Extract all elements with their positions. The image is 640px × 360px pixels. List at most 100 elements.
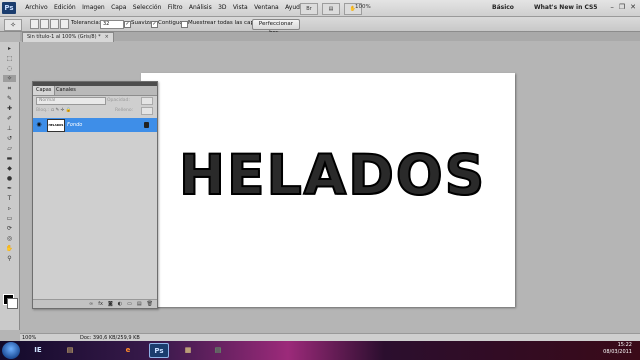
3d-rotate-icon[interactable]: ⟳ — [3, 225, 16, 232]
document-tab-title: Sin título-1 al 100% (Gris/8) * — [27, 34, 101, 40]
lock-icons[interactable]: ▫ ✎ ✛ 🔒 — [51, 106, 72, 115]
eraser-tool-icon[interactable]: ▱ — [3, 145, 16, 152]
layer-row[interactable]: ◉ HELADOS Fondo — [33, 118, 157, 132]
bridge-icon[interactable]: Br — [300, 3, 318, 15]
3d-orbit-icon[interactable]: ◎ — [3, 235, 16, 242]
sample-all-checkbox[interactable] — [181, 21, 188, 28]
close-tab-icon[interactable]: × — [105, 34, 109, 40]
tolerance-label: Tolerancia: — [71, 20, 101, 26]
photoshop-logo[interactable]: Ps — [2, 2, 16, 14]
healing-tool-icon[interactable]: ✚ — [3, 105, 16, 112]
type-tool-icon[interactable]: T — [3, 195, 16, 202]
lock-label: Bloq.: — [36, 108, 49, 113]
path-selection-icon[interactable]: ▹ — [3, 205, 16, 212]
blur-tool-icon[interactable]: ◆ — [3, 165, 16, 172]
taskbar-clock[interactable]: 15:22 08/03/2011 — [603, 342, 632, 356]
menu-vista[interactable]: Vista — [230, 0, 251, 16]
contiguous-checkbox[interactable]: ✓ — [151, 21, 158, 28]
refine-edge-button[interactable]: Perfeccionar bor... — [252, 19, 300, 36]
lock-icon — [144, 122, 149, 128]
move-tool-icon[interactable]: ▸ — [3, 45, 16, 52]
layer-style-icon[interactable]: fx — [98, 300, 103, 308]
subtract-selection-button[interactable] — [50, 19, 59, 29]
new-group-icon[interactable]: ▭ — [127, 300, 132, 308]
fill-field[interactable] — [141, 107, 153, 115]
layer-mask-icon[interactable]: ◙ — [108, 300, 113, 308]
stamp-tool-icon[interactable]: ⊥ — [3, 125, 16, 132]
menu-seleccion[interactable]: Selección — [130, 0, 165, 16]
document-tab-bar: Sin título-1 al 100% (Gris/8) * × — [20, 32, 640, 42]
hand-tool-icon[interactable]: ✋ — [3, 245, 16, 252]
window-controls: – ❐ ✕ — [610, 3, 636, 11]
delete-layer-icon[interactable]: 🗑 — [147, 300, 153, 308]
toolbox: ▸ ⬚ ◌ ✧ ⌗ ✎ ✚ ✐ ⊥ ↺ ▱ ▬ ◆ ● ✒ T ▹ ▭ ⟳ ◎ … — [0, 42, 20, 330]
intersect-selection-button[interactable] — [60, 19, 69, 29]
pen-tool-icon[interactable]: ✒ — [3, 185, 16, 192]
brush-tool-icon[interactable]: ✐ — [3, 115, 16, 122]
clock-date: 08/03/2011 — [603, 349, 632, 355]
workspace-whats-new[interactable]: What's New in CS5 — [534, 4, 597, 11]
taskbar-app-ie[interactable]: IE — [28, 343, 48, 358]
taskbar-app-game[interactable]: ▤ — [208, 343, 228, 358]
contiguous-label: Contiguo — [158, 20, 183, 26]
layer-name: Fondo — [67, 122, 83, 128]
close-button[interactable]: ✕ — [630, 3, 636, 11]
minimize-button[interactable]: – — [610, 3, 614, 11]
menu-imagen[interactable]: Imagen — [79, 0, 108, 16]
dodge-tool-icon[interactable]: ● — [3, 175, 16, 182]
zoom-tool-icon[interactable]: ⚲ — [3, 255, 16, 262]
lasso-tool-icon[interactable]: ◌ — [3, 65, 16, 72]
new-layer-icon[interactable]: ▤ — [137, 300, 142, 308]
selection-modes — [30, 19, 69, 29]
marquee-tool-icon[interactable]: ⬚ — [3, 55, 16, 62]
restore-button[interactable]: ❐ — [619, 3, 625, 11]
opacity-field[interactable] — [141, 97, 153, 105]
eye-icon[interactable]: ◉ — [35, 121, 43, 129]
menu-edicion[interactable]: Edición — [51, 0, 79, 16]
background-color-swatch[interactable] — [7, 298, 18, 309]
gradient-tool-icon[interactable]: ▬ — [3, 155, 16, 162]
new-selection-button[interactable] — [30, 19, 39, 29]
layer-thumbnail: HELADOS — [47, 119, 65, 132]
magic-wand-icon[interactable]: ✧ — [4, 19, 22, 31]
eyedropper-tool-icon[interactable]: ✎ — [3, 95, 16, 102]
options-bar: ✧ Tolerancia: 32 ✓ Suavizar ✓ Contiguo M… — [0, 17, 640, 36]
menu-bar: Ps Archivo Edición Imagen Capa Selección… — [0, 0, 640, 17]
blend-mode-select[interactable]: Normal — [36, 97, 106, 105]
panel-tabs: Capas Canales — [33, 86, 157, 96]
menu-ventana[interactable]: Ventana — [251, 0, 282, 16]
zoom-level[interactable]: 100% — [355, 4, 371, 10]
add-selection-button[interactable] — [40, 19, 49, 29]
magic-wand-tool-icon[interactable]: ✧ — [3, 75, 16, 82]
blend-row: Normal Opacidad: — [33, 96, 157, 105]
menu-analisis[interactable]: Análisis — [186, 0, 215, 16]
smooth-checkbox[interactable]: ✓ — [124, 21, 131, 28]
panel-footer: ∞ fx ◙ ◐ ▭ ▤ 🗑 — [33, 299, 157, 308]
canvas-text: HELADOS — [178, 142, 487, 208]
adjustment-layer-icon[interactable]: ◐ — [118, 300, 122, 308]
taskbar-app-firefox[interactable]: e — [118, 343, 138, 358]
taskbar-app-photoshop[interactable]: Ps — [149, 343, 169, 358]
document-tab[interactable]: Sin título-1 al 100% (Gris/8) * × — [22, 32, 114, 42]
menu-3d[interactable]: 3D — [215, 0, 230, 16]
menu-capa[interactable]: Capa — [108, 0, 130, 16]
lock-row: Bloq.: ▫ ✎ ✛ 🔒 Relleno: — [33, 106, 157, 115]
shape-tool-icon[interactable]: ▭ — [3, 215, 16, 222]
crop-tool-icon[interactable]: ⌗ — [3, 85, 16, 92]
taskbar-app-notes[interactable]: ▦ — [178, 343, 198, 358]
clock-time: 15:22 — [617, 342, 632, 348]
workspace-basic[interactable]: Básico — [492, 4, 514, 11]
menu-items: Archivo Edición Imagen Capa Selección Fi… — [22, 0, 307, 16]
link-layers-icon[interactable]: ∞ — [89, 300, 93, 308]
menu-archivo[interactable]: Archivo — [22, 0, 51, 16]
history-brush-icon[interactable]: ↺ — [3, 135, 16, 142]
taskbar-app-explorer[interactable]: ▤ — [60, 343, 80, 358]
windows-taskbar: IE ▤ e Ps ▦ ▤ 15:22 08/03/2011 — [0, 341, 640, 360]
tolerance-input[interactable]: 32 — [100, 19, 124, 29]
menu-filtro[interactable]: Filtro — [165, 0, 186, 16]
document-canvas[interactable]: HELADOS — [141, 73, 515, 307]
mini-bridge-icon[interactable]: ▤ — [322, 3, 340, 15]
start-button[interactable] — [2, 342, 20, 359]
opacity-label: Opacidad: — [107, 98, 130, 103]
tab-canales[interactable]: Canales — [53, 86, 79, 95]
